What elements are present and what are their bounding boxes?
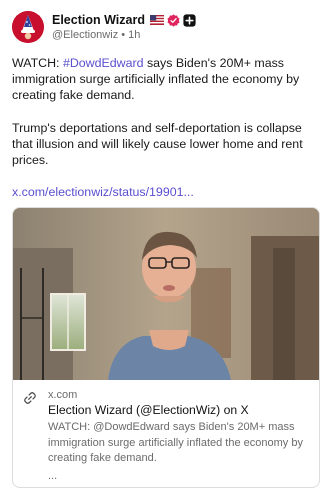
post-paragraph-1: WATCH: #DowdEdward says Biden's 20M+ mas… xyxy=(12,55,322,104)
plus-badge-icon xyxy=(183,13,196,27)
card-meta[interactable]: x.com Election Wizard (@ElectionWiz) on … xyxy=(13,380,319,487)
post-text: WATCH: xyxy=(12,56,63,70)
link-preview-card[interactable]: x.com Election Wizard (@ElectionWiz) on … xyxy=(12,207,320,488)
name-row: Election Wizard xyxy=(52,12,196,28)
hashtag-link[interactable]: #DowdEdward xyxy=(63,56,144,70)
card-domain: x.com xyxy=(48,389,78,401)
post-header: Election Wizard @Electionwiz • 1h xyxy=(12,11,320,45)
card-title[interactable]: Election Wizard (@ElectionWiz) on X xyxy=(48,403,249,417)
display-name[interactable]: Election Wizard xyxy=(52,13,145,27)
avatar[interactable] xyxy=(12,11,44,43)
us-flag-icon xyxy=(149,15,164,25)
handle-and-time[interactable]: @Electionwiz • 1h xyxy=(52,29,140,41)
card-ellipsis: ... xyxy=(48,470,58,482)
post-body: WATCH: #DowdEdward says Biden's 20M+ mas… xyxy=(12,55,322,216)
wizard-avatar-icon xyxy=(12,11,44,43)
post: Election Wizard @Electionwiz • 1h WATCH:… xyxy=(0,0,332,500)
status-link[interactable]: x.com/electionwiz/status/19901... xyxy=(12,185,194,199)
video-thumbnail-image xyxy=(13,208,319,380)
post-paragraph-2: Trump's deportations and self-deportatio… xyxy=(12,120,303,168)
link-icon xyxy=(24,392,36,404)
post-paragraph-3: x.com/electionwiz/status/19901... xyxy=(12,184,322,200)
video-thumbnail[interactable] xyxy=(13,208,319,380)
verified-badge-icon xyxy=(167,13,180,27)
card-description: WATCH: @DowdEdward says Biden's 20M+ mas… xyxy=(48,421,303,465)
